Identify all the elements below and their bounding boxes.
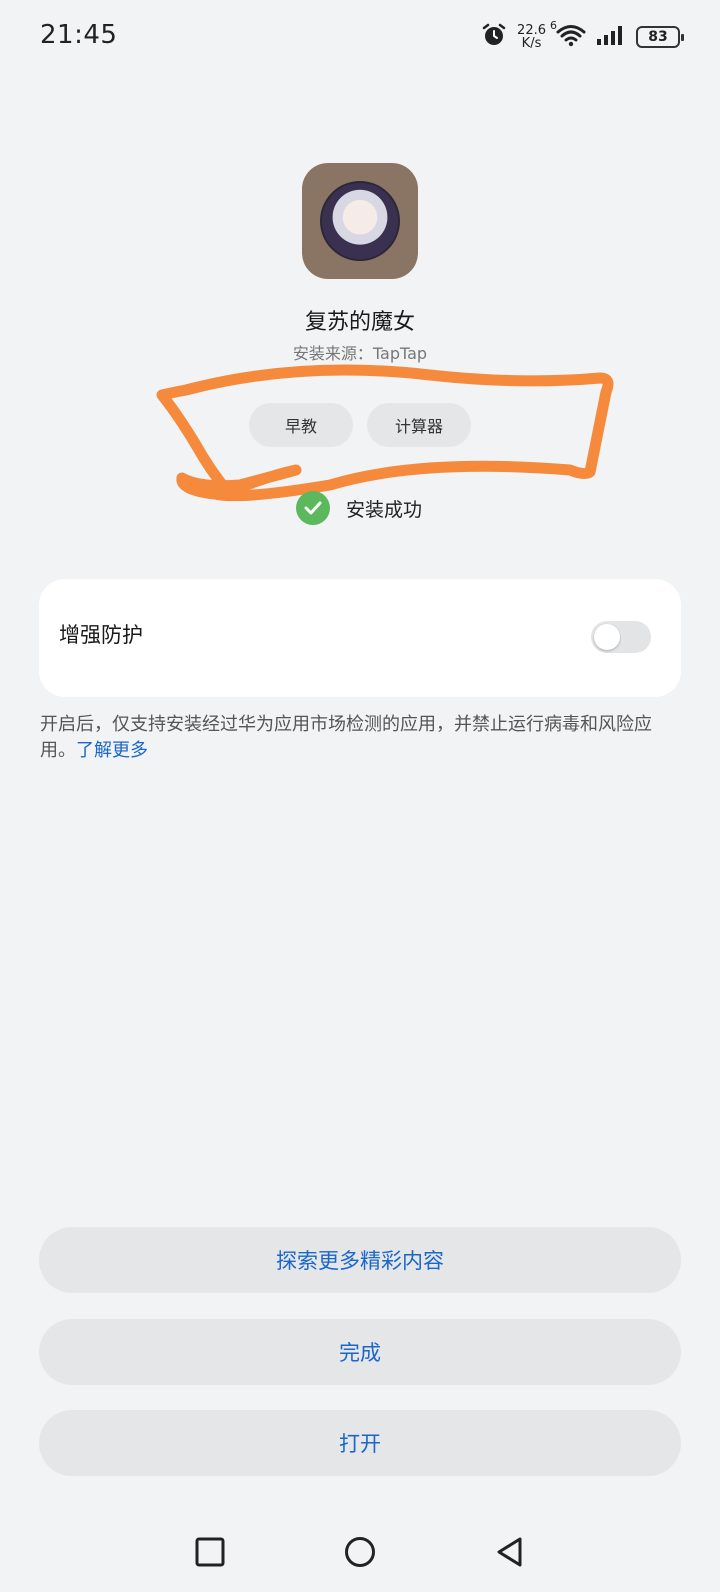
- back-icon[interactable]: [490, 1532, 530, 1572]
- recent-apps-icon[interactable]: [190, 1532, 230, 1572]
- app-icon: [302, 163, 418, 279]
- app-tag[interactable]: 早教: [249, 403, 353, 447]
- network-speed-unit: K/s: [521, 36, 542, 51]
- done-button[interactable]: 完成: [39, 1319, 681, 1385]
- home-icon[interactable]: [340, 1532, 380, 1572]
- status-bar: 21:45 22.6 K/s 6 83: [0, 0, 720, 76]
- status-time: 21:45: [40, 20, 118, 50]
- install-success: 安装成功: [296, 490, 422, 526]
- status-icons: 22.6 K/s 6 83: [481, 18, 684, 56]
- orange-scribble-annotation: [156, 364, 614, 502]
- install-source: 安装来源：TapTap: [292, 344, 428, 363]
- protection-card: 增强防护: [39, 579, 681, 697]
- app-avatar-image: [320, 181, 400, 261]
- app-name: 复苏的魔女: [304, 310, 415, 335]
- protection-toggle[interactable]: [591, 621, 651, 653]
- wifi-icon: 6: [550, 19, 586, 51]
- network-speed: 22.6 K/s: [517, 24, 546, 50]
- explore-more-button[interactable]: 探索更多精彩内容: [39, 1227, 681, 1293]
- learn-more-link[interactable]: 了解更多: [76, 740, 148, 761]
- open-button[interactable]: 打开: [39, 1410, 681, 1476]
- alarm-icon: [481, 22, 507, 52]
- toggle-knob: [594, 624, 620, 650]
- protection-description: 开启后，仅支持安装经过华为应用市场检测的应用，并禁止运行病毒和风险应用。了解更多: [40, 712, 680, 764]
- battery-icon: 83: [636, 26, 684, 48]
- app-tag[interactable]: 计算器: [367, 403, 471, 447]
- protection-label: 增强防护: [59, 623, 143, 647]
- cellular-signal-icon: [596, 24, 626, 50]
- check-circle-icon: [296, 491, 330, 525]
- signal-gen-label: 6: [550, 19, 557, 32]
- install-success-text: 安装成功: [346, 498, 423, 521]
